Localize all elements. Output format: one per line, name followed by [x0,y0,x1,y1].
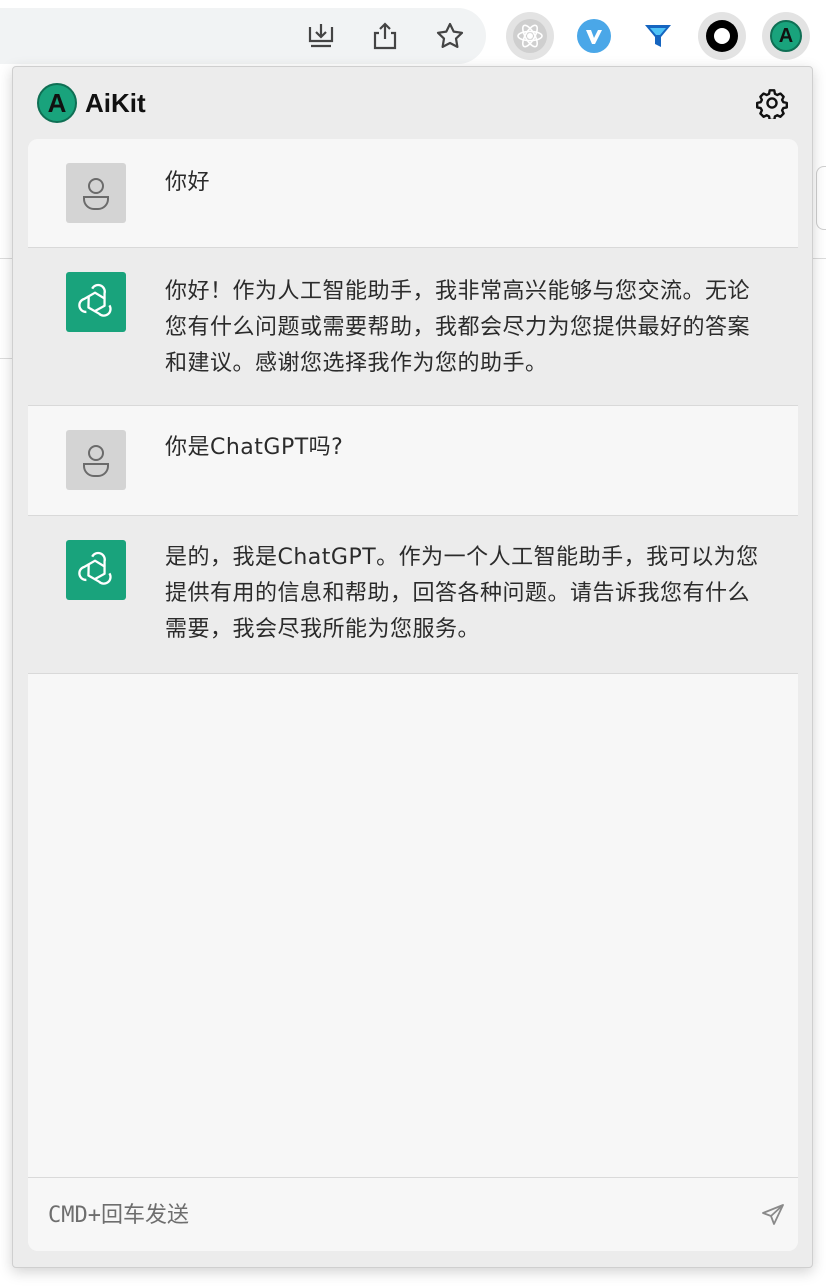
user-avatar-icon [66,430,126,490]
message-user: 你是ChatGPT吗? [28,406,798,516]
aikit-extension-icon[interactable]: A [762,12,810,60]
circle-extension-icon[interactable] [698,12,746,60]
svg-text:A: A [48,88,67,118]
page-background-left [0,68,12,1286]
message-text: 你好！作为人工智能助手，我非常高兴能够与您交流。无论您有什么问题或需要帮助，我都… [165,279,751,376]
message-text: 你好 [165,170,211,195]
chatgpt-logo-icon [66,272,126,332]
message-text: 是的，我是ChatGPT。作为一个人工智能助手，我可以为您提供有用的信息和帮助，… [165,545,759,642]
page-background-right [812,68,826,1286]
address-bar[interactable] [0,8,486,64]
message-assistant: 你好！作为人工智能助手，我非常高兴能够与您交流。无论您有什么问题或需要帮助，我都… [28,248,798,406]
share-icon[interactable] [361,12,409,60]
download-icon[interactable] [297,12,345,60]
message-assistant: 是的，我是ChatGPT。作为一个人工智能助手，我可以为您提供有用的信息和帮助，… [28,516,798,674]
user-avatar-icon [66,163,126,223]
message-text: 你是ChatGPT吗? [165,435,344,460]
gear-icon[interactable] [754,85,790,121]
vue-devtools-icon[interactable] [570,12,618,60]
aikit-logo-icon: A [37,83,77,123]
browser-toolbar: A [0,0,826,68]
popup-header: A AiKit [13,67,812,139]
filter-extension-icon[interactable] [634,12,682,60]
aikit-popup: A AiKit 你好 你好！作为人工智能助手，我非常高兴能够与您交流。无论您有什… [12,66,813,1268]
composer [28,1177,798,1251]
message-input[interactable] [48,1192,738,1238]
send-icon[interactable] [758,1200,788,1230]
react-devtools-icon[interactable] [506,12,554,60]
message-user: 你好 [28,139,798,248]
app-title: AiKit [85,88,146,118]
chatgpt-logo-icon [66,540,126,600]
bookmark-star-icon[interactable] [426,12,474,60]
chat-panel: 你好 你好！作为人工智能助手，我非常高兴能够与您交流。无论您有什么问题或需要帮助… [28,139,798,1251]
